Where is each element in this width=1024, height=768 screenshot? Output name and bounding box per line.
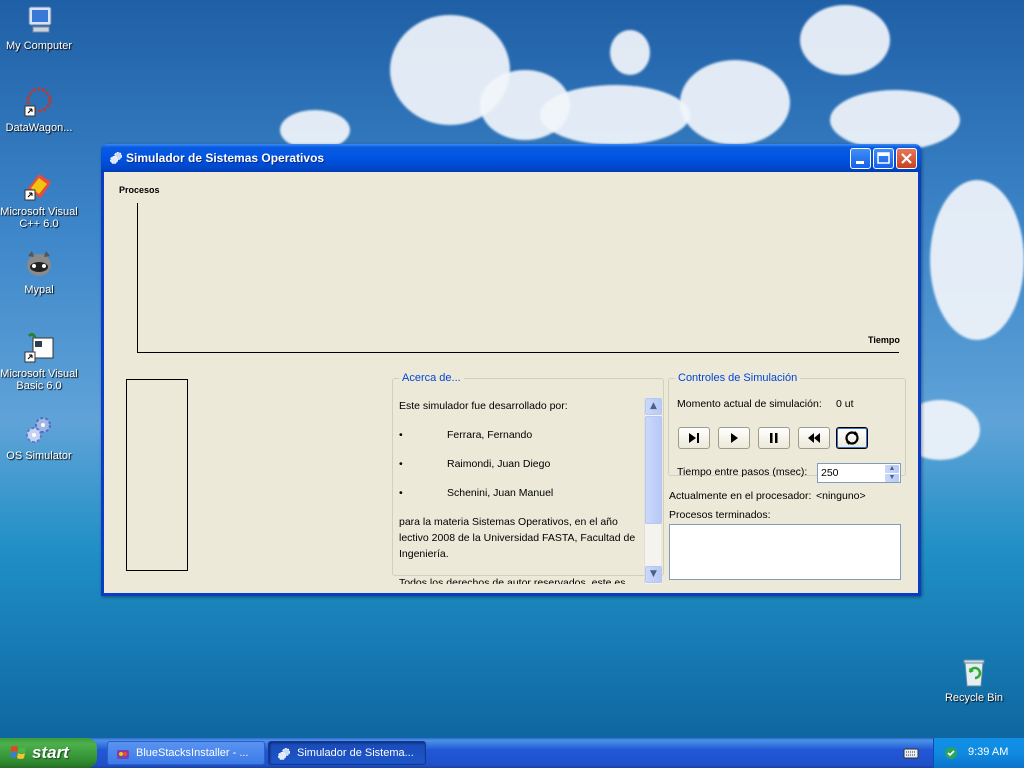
os-simulator-icon xyxy=(109,151,123,165)
processor-value: <ninguno> xyxy=(816,490,866,502)
taskbar-item-simulator[interactable]: Simulador de Sistema... xyxy=(268,741,426,765)
my-computer-icon xyxy=(23,4,55,36)
rewind-button[interactable] xyxy=(798,427,830,449)
step-forward-button[interactable] xyxy=(678,427,710,449)
mypal-icon xyxy=(23,248,55,280)
keyboard-icon[interactable] xyxy=(903,746,919,763)
taskbar-item-bluestacks[interactable]: BlueStacksInstaller - ... xyxy=(107,741,265,765)
taskbar-item-label: Simulador de Sistema... xyxy=(297,747,414,759)
scroll-down-button[interactable]: ▼ xyxy=(645,566,662,583)
about-footer: Todos los derechos de autor reservados, … xyxy=(399,577,626,584)
scroll-up-button[interactable]: ▲ xyxy=(645,398,662,415)
os-simulator-icon xyxy=(278,748,290,760)
rewind-icon xyxy=(808,433,820,443)
window-title: Simulador de Sistemas Operativos xyxy=(126,151,325,165)
desktop-icon-label: Microsoft Visual Basic 6.0 xyxy=(0,368,78,392)
step-forward-icon xyxy=(689,433,699,443)
processor-label: Actualmente en el procesador: xyxy=(669,490,812,502)
chevron-down-icon: ▼ xyxy=(650,569,657,579)
desktop-icon-label: Recycle Bin xyxy=(944,692,1004,704)
author-item: Ferrara, Fernando xyxy=(399,427,641,443)
author-item: Raimondi, Juan Diego xyxy=(399,456,641,472)
taskbar-item-label: BlueStacksInstaller - ... xyxy=(136,747,249,759)
taskbar: start BlueStacksInstaller - ... Simulado… xyxy=(0,738,1024,768)
pause-icon xyxy=(770,433,778,443)
network-icon[interactable] xyxy=(943,745,959,764)
pause-button[interactable] xyxy=(758,427,790,449)
windows-logo-icon xyxy=(10,746,26,759)
visual-cpp-icon xyxy=(23,170,55,202)
about-group: Acerca de... Este simulador fue desarrol… xyxy=(392,372,664,584)
desktop-icon-visual-cpp[interactable]: Microsoft Visual C++ 6.0 xyxy=(0,170,79,230)
close-icon xyxy=(901,153,912,164)
simulator-window: Simulador de Sistemas Operativos Proceso… xyxy=(101,144,921,596)
author-item: Schenini, Juan Manuel xyxy=(399,485,641,501)
chart-y-axis-label: Procesos xyxy=(119,185,160,195)
window-title-bar[interactable]: Simulador de Sistemas Operativos xyxy=(101,144,921,172)
system-tray: 9:39 AM xyxy=(933,738,1024,768)
chevron-down-icon: ▼ xyxy=(888,474,896,481)
desktop-icon-mypal[interactable]: Mypal xyxy=(0,248,79,296)
about-scrollbar[interactable]: ▲ ▼ xyxy=(644,398,662,584)
minimize-button[interactable] xyxy=(850,148,871,169)
close-button[interactable] xyxy=(896,148,917,169)
desktop-icon-label: Mypal xyxy=(24,284,54,296)
desktop-icon-label: OS Simulator xyxy=(6,450,72,462)
step-interval-spinner[interactable]: 250 ▲ ▼ xyxy=(817,463,901,483)
refresh-icon xyxy=(845,431,859,445)
simulation-controls-group: Controles de Simulación Momento actual d… xyxy=(668,372,906,483)
spinner-down-button[interactable]: ▼ xyxy=(885,474,899,482)
recycle-bin-icon xyxy=(958,656,990,688)
step-interval-label: Tiempo entre pasos (msec): xyxy=(677,466,808,478)
start-button[interactable]: start xyxy=(0,738,97,768)
finished-processes-list[interactable] xyxy=(669,524,901,580)
bluestacks-icon xyxy=(117,750,129,759)
spinner-up-button[interactable]: ▲ xyxy=(885,465,899,473)
play-icon xyxy=(731,433,738,443)
desktop-icon-label: Microsoft Visual C++ 6.0 xyxy=(0,206,78,230)
desktop-icon-recycle-bin[interactable]: Recycle Bin xyxy=(934,656,1014,704)
minimize-icon xyxy=(856,161,864,164)
chart-x-axis-label: Tiempo xyxy=(868,335,900,345)
maximize-button[interactable] xyxy=(873,148,894,169)
controls-group-legend: Controles de Simulación xyxy=(678,372,798,384)
start-label: start xyxy=(32,743,69,762)
process-queue-panel xyxy=(126,379,188,571)
desktop-icon-datawagon[interactable]: DataWagon... xyxy=(0,86,79,134)
moment-value: 0 ut xyxy=(836,398,854,410)
step-interval-value: 250 xyxy=(821,467,839,479)
desktop-icon-visual-basic[interactable]: Microsoft Visual Basic 6.0 xyxy=(0,332,79,392)
chart-x-axis xyxy=(137,352,899,353)
datawagon-icon xyxy=(23,86,55,118)
maximize-icon xyxy=(877,152,890,164)
window-client-area: Procesos Tiempo Acerca de... Este simula… xyxy=(104,172,918,593)
desktop-icon-my-computer[interactable]: My Computer xyxy=(0,4,79,52)
desktop-icon-label: DataWagon... xyxy=(5,122,73,134)
chevron-up-icon: ▲ xyxy=(650,401,657,411)
clock[interactable]: 9:39 AM xyxy=(968,746,1008,758)
chart-y-axis xyxy=(137,203,138,353)
visual-basic-icon xyxy=(23,332,55,364)
desktop-icon-os-simulator[interactable]: OS Simulator xyxy=(0,414,79,462)
reset-button[interactable] xyxy=(836,427,868,449)
os-simulator-icon xyxy=(23,414,55,446)
finished-processes-label: Procesos terminados: xyxy=(669,509,771,521)
play-button[interactable] xyxy=(718,427,750,449)
chevron-up-icon: ▲ xyxy=(888,465,896,472)
process-timeline-chart: Procesos Tiempo xyxy=(104,172,918,362)
moment-label: Momento actual de simulación: xyxy=(677,398,822,410)
about-group-legend: Acerca de... xyxy=(402,372,461,384)
about-intro: Este simulador fue desarrollado por: xyxy=(399,400,568,412)
desktop-icon-label: My Computer xyxy=(5,40,73,52)
scroll-thumb[interactable] xyxy=(645,416,662,524)
about-textbox[interactable]: Este simulador fue desarrollado por: Fer… xyxy=(399,398,641,584)
about-body: para la materia Sistemas Operativos, en … xyxy=(399,516,636,560)
